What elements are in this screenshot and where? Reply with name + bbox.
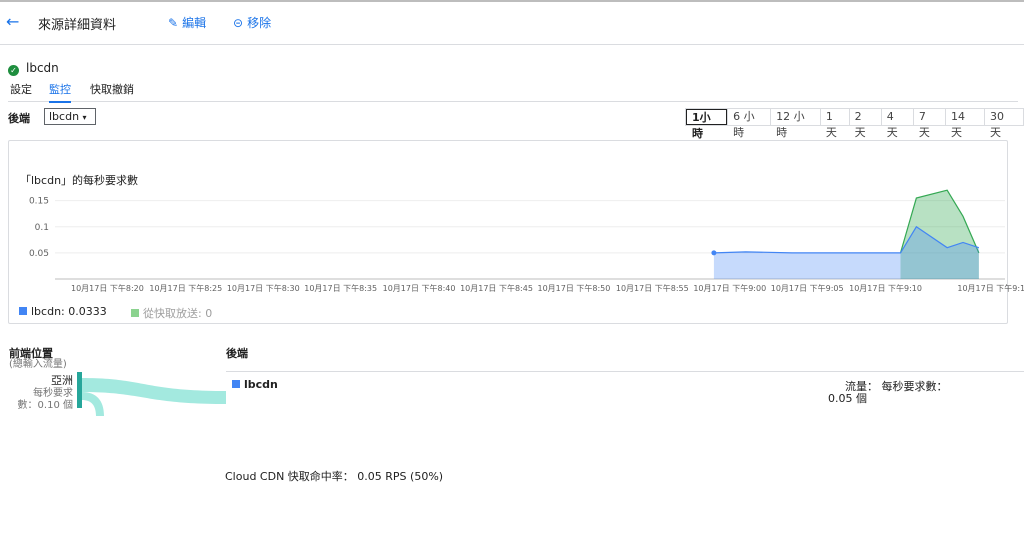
- range-14d[interactable]: 14 天: [944, 109, 984, 139]
- tab-monitoring[interactable]: 監控: [49, 81, 71, 103]
- backend-row-name: lbcdn: [244, 378, 278, 391]
- x-tick-label: 10月17日 下午9:05: [771, 283, 844, 293]
- legend-swatch-blue: [19, 307, 27, 315]
- x-tick-label: 10月17日 下午8:25: [149, 283, 222, 293]
- range-4d[interactable]: 4 天: [880, 109, 913, 139]
- backend-swatch: [232, 380, 240, 388]
- range-1d[interactable]: 1天: [819, 109, 849, 139]
- remove-button[interactable]: ⊝ 移除: [233, 14, 271, 31]
- lb-name: ✓ lbcdn: [8, 61, 59, 76]
- x-tick-label: 10月17日 下午9:10: [849, 283, 922, 293]
- check-circle-icon: ✓: [8, 65, 19, 76]
- traffic-flow-diagram: [77, 372, 226, 416]
- frontend-node-bar: [77, 372, 82, 408]
- x-tick-label: 10月17日 下午8:35: [304, 283, 377, 293]
- edit-label: 編輯: [182, 16, 207, 30]
- cdn-hit-label: Cloud CDN 快取命中率：: [225, 470, 354, 483]
- x-tick-label: 10月17日 下午8:45: [460, 283, 533, 293]
- range-6h[interactable]: 6 小時: [727, 109, 770, 139]
- legend-swatch-green: [131, 309, 139, 317]
- backend-select[interactable]: lbcdn ▾: [44, 108, 96, 125]
- frontend-rps-line2: 數：0.10 個: [17, 400, 73, 411]
- flow-band-loop: [82, 392, 104, 416]
- backend-heading: 後端: [226, 347, 248, 360]
- x-tick-label: 10月17日 下午8:30: [227, 283, 300, 293]
- x-tick-label: 10月17日 下午8:40: [383, 283, 456, 293]
- x-tick-label: 10月17日 下午8:20: [71, 283, 144, 293]
- x-tick-label: 10月17日 下午9:17: [957, 283, 1024, 293]
- back-arrow-icon[interactable]: ←: [6, 12, 19, 31]
- rps-chart: 0.05 0.1 0.15 10月17日 下午8:20 10月17日 下午8:25 10月…: [29, 189, 1024, 293]
- flow-band-to-backend: [82, 378, 226, 404]
- legend-label-lbcdn: lbcdn: 0.0333: [31, 305, 107, 318]
- remove-label: 移除: [247, 16, 272, 30]
- legend-item-cache[interactable]: 從快取放送: 0: [131, 305, 212, 321]
- y-tick-label: 0.05: [29, 249, 49, 259]
- backend-filter-label: 後端: [8, 112, 30, 125]
- page-title: 來源詳細資料: [38, 18, 117, 33]
- range-12h[interactable]: 12 小時: [770, 109, 820, 139]
- remove-circle-icon: ⊝: [233, 16, 244, 30]
- range-2d[interactable]: 2 天: [848, 109, 881, 139]
- cdn-hit-value: 0.05 RPS (50%): [357, 470, 444, 483]
- time-range-selector: 1小時 6 小時 12 小時 1天 2 天 4 天 7 天 14 天 30 天: [685, 108, 1024, 140]
- legend-item-lbcdn[interactable]: lbcdn: 0.0333: [19, 305, 107, 318]
- tab-settings[interactable]: 設定: [10, 81, 32, 101]
- backend-metric-value: 0.05 個: [828, 392, 867, 405]
- backend-select-value: lbcdn: [49, 110, 80, 123]
- pencil-icon: ✎: [168, 16, 179, 30]
- header-bar: [0, 0, 1024, 45]
- series-start-point: [711, 250, 717, 256]
- x-tick-label: 10月17日 下午8:55: [616, 283, 689, 293]
- cdn-hit-rate: Cloud CDN 快取命中率： 0.05 RPS (50%): [225, 468, 443, 484]
- tab-bar: 設定 監控 快取撤銷: [8, 81, 1018, 103]
- x-tick-label: 10月17日 下午8:50: [538, 283, 611, 293]
- lb-name-text: lbcdn: [26, 61, 59, 75]
- y-tick-label: 0.1: [35, 223, 49, 233]
- y-tick-label: 0.15: [29, 197, 49, 207]
- tab-cache-invalidation[interactable]: 快取撤銷: [90, 81, 134, 101]
- legend-label-cache: 從快取放送: 0: [143, 307, 213, 320]
- frontend-subheading: (總輸入流量): [9, 359, 67, 370]
- backend-row: lbcdn: [232, 378, 278, 391]
- edit-button[interactable]: ✎ 編輯: [168, 14, 206, 31]
- range-1h[interactable]: 1小時: [686, 109, 728, 140]
- range-7d[interactable]: 7 天: [912, 109, 945, 139]
- range-30d[interactable]: 30 天: [983, 109, 1023, 139]
- x-tick-label: 10月17日 下午9:00: [693, 283, 766, 293]
- backend-divider: [226, 371, 1024, 372]
- dropdown-arrow-icon: ▾: [82, 113, 87, 122]
